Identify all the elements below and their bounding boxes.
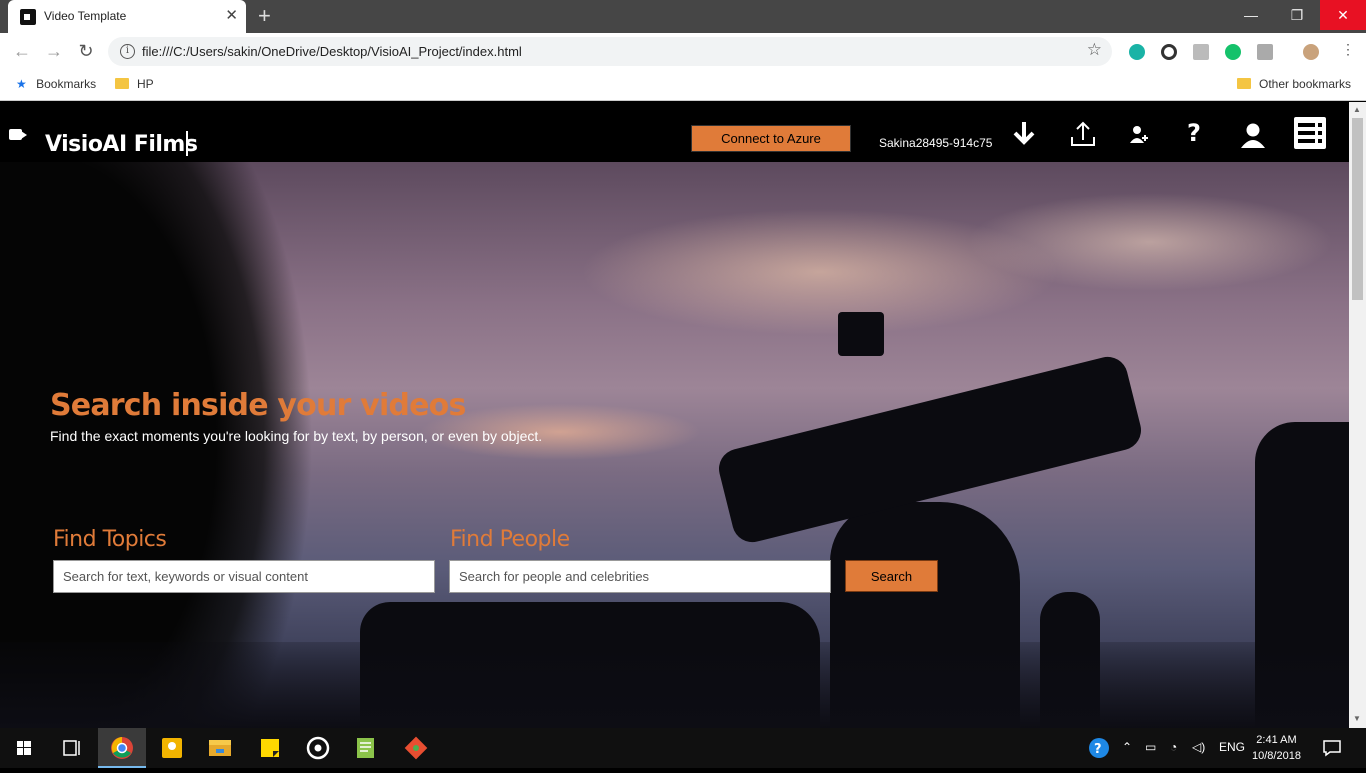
extension-m-icon[interactable]: [1129, 44, 1145, 60]
help-icon[interactable]: ?: [1186, 120, 1204, 148]
svg-text:?: ?: [1187, 120, 1201, 147]
info-icon[interactable]: i: [120, 44, 135, 59]
git-icon[interactable]: [392, 728, 440, 768]
search-button[interactable]: Search: [845, 560, 938, 592]
extension-ring-icon[interactable]: [1161, 44, 1177, 60]
bookmarks-label: Bookmarks: [36, 77, 97, 91]
hero-headline: Search inside your videos: [50, 388, 466, 423]
ground: [0, 642, 1349, 728]
add-user-icon[interactable]: [1128, 124, 1150, 146]
extension-mail-icon[interactable]: [1257, 44, 1273, 60]
page-viewport: VisioAI Films Connect to Azure Sakina284…: [0, 102, 1349, 728]
minimize-button[interactable]: —: [1228, 0, 1274, 30]
bookmark-hp[interactable]: HP: [115, 77, 154, 91]
bookmark-star-icon[interactable]: ☆: [1087, 40, 1102, 60]
help-tray-icon[interactable]: ?: [1088, 737, 1110, 759]
page-scrollbar[interactable]: ▲ ▼: [1349, 102, 1366, 728]
menu-icon[interactable]: [1294, 117, 1326, 149]
forward-icon[interactable]: →: [42, 41, 66, 62]
download-icon[interactable]: [1011, 120, 1037, 148]
star-icon: ★: [16, 77, 27, 91]
bookmark-hp-label: HP: [137, 77, 154, 91]
file-explorer-icon[interactable]: [196, 728, 244, 768]
sticky-notes-icon[interactable]: [246, 728, 294, 768]
hero-subline: Find the exact moments you're looking fo…: [50, 428, 543, 444]
chrome-taskbar-icon[interactable]: [98, 728, 146, 768]
browser-toolbar: ← → ↻ i file:///C:/Users/sakin/OneDrive/…: [0, 33, 1366, 70]
account-name: Sakina28495-914c75: [879, 136, 993, 150]
user-avatar[interactable]: [1303, 44, 1319, 60]
brand-divider: [186, 131, 188, 156]
restore-button[interactable]: ❐: [1274, 0, 1320, 30]
site-navbar: VisioAI Films Connect to Azure Sakina284…: [0, 102, 1349, 162]
profile-icon[interactable]: [1240, 122, 1266, 148]
wifi-icon[interactable]: ◔: [1170, 740, 1177, 754]
svg-text:?: ?: [1094, 742, 1102, 757]
camera-monitor-silhouette: [838, 312, 884, 356]
battery-icon[interactable]: ▭: [1145, 740, 1156, 754]
taskbar-clock[interactable]: 2:41 AM 10/8/2018: [1252, 732, 1301, 764]
new-tab-icon[interactable]: +: [258, 3, 271, 29]
browser-tab[interactable]: Video Template ✕: [8, 0, 246, 33]
groove-icon[interactable]: [294, 728, 342, 768]
volume-icon[interactable]: ◁): [1192, 740, 1205, 754]
bookmarks-button[interactable]: ★ Bookmarks: [16, 77, 96, 91]
clock-date: 10/8/2018: [1252, 750, 1301, 762]
windows-taskbar: ? ⌃ ▭ ◔ ◁) ENG 2:41 AM 10/8/2018: [0, 728, 1366, 768]
language-indicator[interactable]: ENG: [1219, 740, 1245, 754]
scroll-up-icon[interactable]: ▲: [1353, 105, 1361, 114]
topics-search-input[interactable]: [53, 560, 435, 593]
tips-icon[interactable]: [148, 728, 196, 768]
video-camera-icon: [9, 129, 27, 140]
brand-title[interactable]: VisioAI Films: [45, 132, 198, 157]
find-people-label: Find People: [450, 527, 570, 552]
tab-title: Video Template: [44, 9, 127, 23]
folder-icon: [1237, 78, 1251, 89]
windows-start-icon[interactable]: [0, 728, 48, 768]
reload-icon[interactable]: ↻: [74, 41, 98, 62]
tab-close-icon[interactable]: ✕: [225, 6, 238, 24]
task-view-icon[interactable]: [48, 728, 96, 768]
folder-icon: [115, 78, 129, 89]
other-bookmarks-label: Other bookmarks: [1259, 77, 1352, 91]
scroll-down-icon[interactable]: ▼: [1353, 714, 1361, 723]
notifications-icon[interactable]: [1322, 739, 1342, 757]
other-bookmarks[interactable]: Other bookmarks: [1237, 77, 1351, 91]
bookmarks-bar: ★ Bookmarks HP Other bookmarks: [0, 70, 1366, 101]
show-hidden-icons-icon[interactable]: ⌃: [1122, 740, 1132, 754]
video-favicon-icon: [20, 9, 36, 25]
find-topics-label: Find Topics: [53, 527, 167, 552]
chrome-menu-icon[interactable]: ⋮: [1341, 41, 1355, 57]
clock-time: 2:41 AM: [1256, 734, 1297, 746]
extension-pdf-icon[interactable]: [1193, 44, 1209, 60]
upload-icon[interactable]: [1069, 120, 1097, 148]
scroll-thumb[interactable]: [1352, 118, 1363, 300]
notepad-icon[interactable]: [342, 728, 390, 768]
url-text: file:///C:/Users/sakin/OneDrive/Desktop/…: [142, 44, 522, 59]
back-icon[interactable]: ←: [10, 41, 34, 62]
people-search-input[interactable]: [449, 560, 831, 593]
browser-titlebar: Video Template ✕ + — ❐ ✕: [0, 0, 1366, 33]
grammarly-icon[interactable]: [1225, 44, 1241, 60]
address-bar[interactable]: i file:///C:/Users/sakin/OneDrive/Deskto…: [108, 37, 1112, 66]
close-window-button[interactable]: ✕: [1320, 0, 1366, 30]
connect-azure-button[interactable]: Connect to Azure: [691, 125, 851, 152]
